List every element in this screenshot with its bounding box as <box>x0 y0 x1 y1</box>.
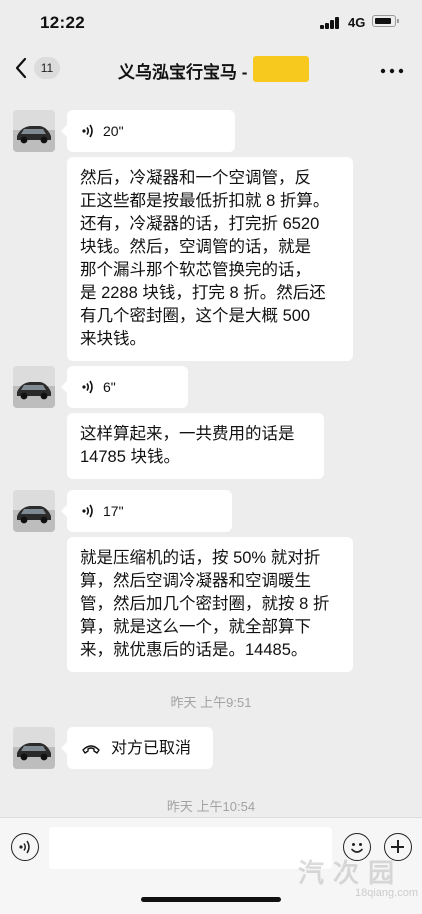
message-line: 算，就是这么一个，就全部算下 <box>80 618 311 636</box>
voice-message[interactable]: 6" <box>61 366 188 408</box>
contact-avatar[interactable] <box>13 727 55 769</box>
voice-wave-icon <box>82 124 93 138</box>
message-line: 来块钱。 <box>80 330 146 348</box>
text-message[interactable]: 这样算起来，一共费用的话是 14785 块钱。 <box>67 413 324 479</box>
voice-message[interactable]: 20" <box>61 110 235 152</box>
message-line: 就是压缩机的话，按 50% 就对折 <box>80 549 321 567</box>
contact-avatar[interactable] <box>13 110 55 152</box>
text-message[interactable]: 然后，冷凝器和一个空调管，反 正这些都是按最低折扣就 8 折算。 还有，冷凝器的… <box>67 157 353 361</box>
voice-duration: 20" <box>103 122 124 139</box>
voice-message[interactable]: 17" <box>61 490 232 532</box>
timestamp: 昨天 上午10:54 <box>166 799 256 814</box>
voice-wave-icon <box>82 504 93 518</box>
contact-avatar[interactable] <box>13 490 55 532</box>
title-redaction <box>253 56 309 82</box>
battery-icon <box>372 15 399 27</box>
status-bar: 12:22 4G <box>0 0 422 48</box>
message-line: 还有，冷凝器的话，打完折 6520 <box>80 215 320 233</box>
phone-cancelled-icon <box>82 745 100 754</box>
svg-text:汽 次 园: 汽 次 园 <box>298 859 394 889</box>
call-status: 对方已取消 <box>111 739 192 757</box>
timestamp: 昨天 上午9:51 <box>170 695 252 710</box>
message-line: 是 2288 块钱，打完 8 折。然后还 <box>80 284 326 302</box>
chat-title: 义乌泓宝行宝马 - <box>118 63 248 82</box>
message-line: 有几个密封圈，这个是大概 500 <box>80 307 311 325</box>
message-line: 然后，冷凝器和一个空调管，反 <box>80 169 311 187</box>
watermark-url: 18qiang.com <box>355 887 418 899</box>
message-line: 这样算起来，一共费用的话是 <box>80 425 295 443</box>
message-line: 那个漏斗那个软芯管换完的话， <box>80 261 311 279</box>
unread-count-badge[interactable]: 11 <box>34 57 60 79</box>
message-line: 正这些都是按最低折扣就 8 折算。 <box>80 192 330 210</box>
voice-wave-icon <box>82 380 93 394</box>
message-line: 管，然后加几个密封圈，就按 8 折 <box>80 595 330 613</box>
voice-duration: 17" <box>103 502 124 519</box>
network-label: 4G <box>348 15 366 30</box>
message-line: 来，就优惠后的话是。14485。 <box>80 641 308 659</box>
text-message[interactable]: 就是压缩机的话，按 50% 就对折 算，然后空调冷凝器和空调暖生 管，然后加几个… <box>67 537 353 672</box>
more-dots-icon[interactable] <box>380 62 406 74</box>
message-line: 块钱。然后，空调管的话，就是 <box>80 238 311 256</box>
chevron-left-icon[interactable] <box>14 57 34 81</box>
signal-icon <box>320 17 340 29</box>
status-time: 12:22 <box>40 13 85 32</box>
contact-avatar[interactable] <box>13 366 55 408</box>
nav-bar: 11 义乌泓宝行宝马 - <box>0 48 422 90</box>
home-indicator <box>141 897 281 902</box>
call-message[interactable]: 对方已取消 <box>61 727 213 769</box>
voice-duration: 6" <box>103 378 116 395</box>
message-line: 14785 块钱。 <box>80 448 180 466</box>
message-line: 算，然后空调冷凝器和空调暖生 <box>80 572 311 590</box>
voice-toggle-icon[interactable] <box>11 833 39 861</box>
